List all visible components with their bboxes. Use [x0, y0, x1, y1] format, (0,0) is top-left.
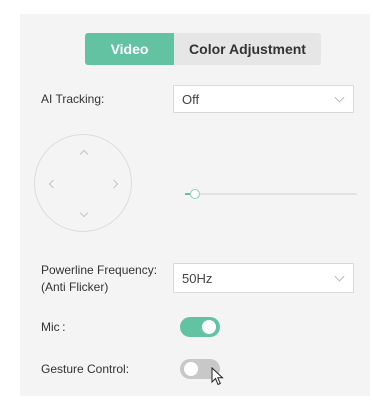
zoom-slider-thumb[interactable]	[190, 189, 200, 199]
powerline-frequency-label-line1: Powerline Frequency:	[41, 263, 158, 277]
powerline-frequency-label: Powerline Frequency: (Anti Flicker)	[41, 262, 157, 296]
arrow-up-icon[interactable]	[79, 149, 89, 159]
zoom-slider[interactable]	[185, 189, 357, 199]
arrow-left-icon[interactable]	[48, 179, 58, 189]
powerline-frequency-label-line2: (Anti Flicker)	[41, 280, 109, 294]
arrow-down-icon[interactable]	[79, 208, 89, 218]
powerline-frequency-value: 50Hz	[182, 270, 213, 286]
mic-toggle[interactable]	[180, 317, 220, 337]
ai-tracking-label: AI Tracking:	[41, 92, 105, 106]
ptz-direction-pad	[34, 134, 132, 232]
mic-label: Mic :	[41, 320, 66, 334]
mouse-cursor-icon	[211, 367, 224, 386]
mic-toggle-knob	[202, 320, 216, 334]
gesture-control-toggle-knob	[184, 362, 198, 376]
tab-bar: Video Color Adjustment	[85, 33, 321, 65]
tab-color-adjustment[interactable]: Color Adjustment	[174, 33, 321, 65]
powerline-frequency-select[interactable]: 50Hz	[173, 263, 354, 293]
chevron-down-icon	[334, 271, 345, 282]
chevron-down-icon	[334, 92, 345, 103]
settings-panel: Video Color Adjustment AI Tracking: Off …	[20, 14, 370, 396]
gesture-control-label: Gesture Control:	[41, 362, 130, 376]
arrow-right-icon[interactable]	[109, 179, 119, 189]
ai-tracking-value: Off	[182, 91, 200, 107]
tab-video[interactable]: Video	[85, 33, 174, 65]
ai-tracking-select[interactable]: Off	[173, 85, 354, 113]
